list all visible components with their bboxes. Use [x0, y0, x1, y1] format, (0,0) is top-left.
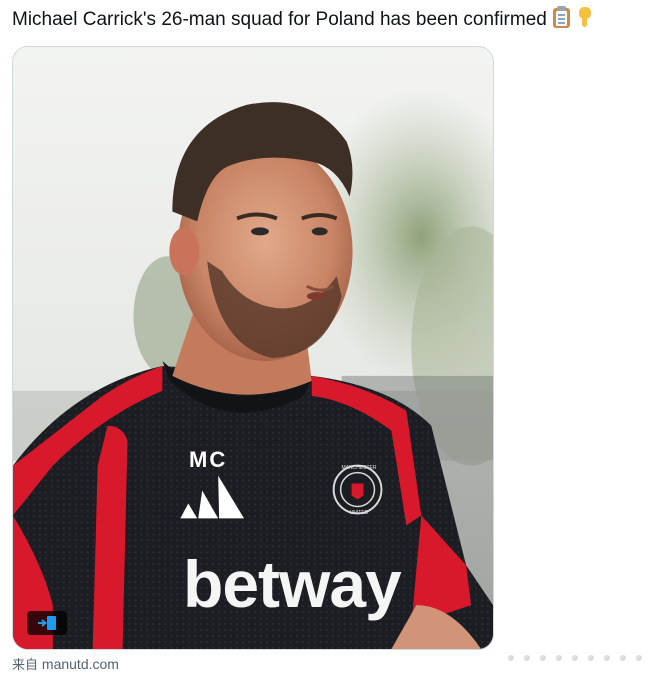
coach-photo: MC MANCHESTER UNITED betway: [13, 47, 493, 649]
open-source-button[interactable]: [27, 611, 67, 635]
source-prefix: 来自: [12, 658, 39, 673]
blurred-footer: [500, 650, 649, 666]
crest-text-bottom: UNITED: [349, 510, 369, 516]
source-domain[interactable]: manutd.com: [42, 656, 119, 672]
backhand-index-pointing-down-icon: [577, 5, 593, 29]
source-attribution[interactable]: 来自 manutd.com: [12, 656, 119, 674]
shirt-sponsor: betway: [183, 547, 402, 621]
post-text: Michael Carrick's 26-man squad for Polan…: [12, 5, 649, 33]
post-body: Michael Carrick's 26-man squad for Polan…: [12, 9, 547, 30]
crest-text-top: MANCHESTER: [341, 465, 377, 471]
shirt-initials: MC: [189, 447, 228, 472]
post-image[interactable]: MC MANCHESTER UNITED betway: [12, 46, 494, 650]
clipboard-icon: [551, 5, 573, 29]
post-card: Michael Carrick's 26-man squad for Polan…: [0, 0, 649, 674]
open-link-icon: [38, 616, 56, 630]
